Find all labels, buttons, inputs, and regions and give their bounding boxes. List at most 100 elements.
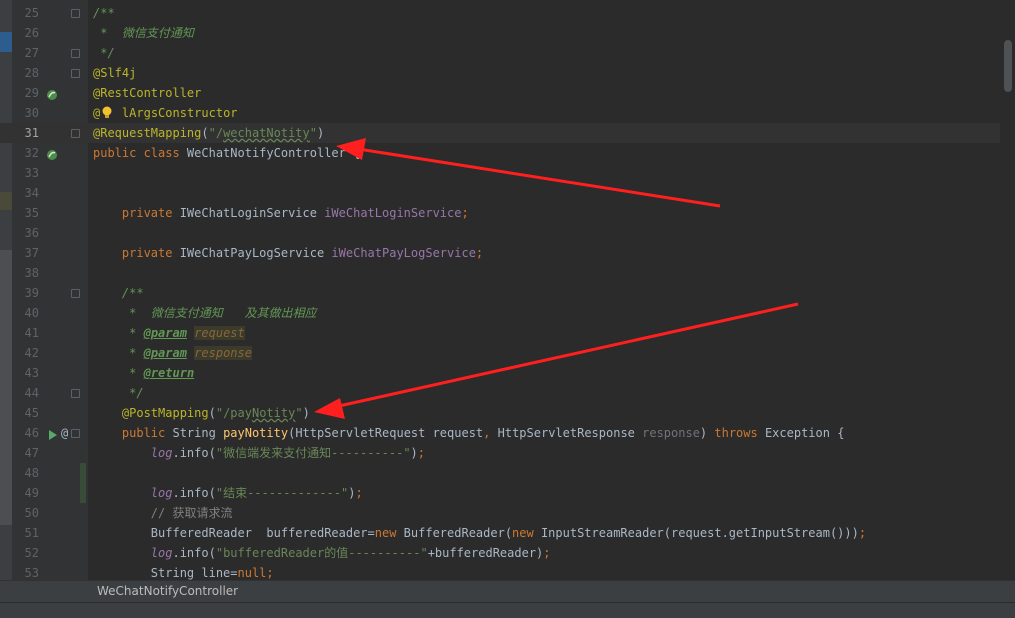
- code-text[interactable]: @Slf4j: [93, 63, 136, 83]
- code-line[interactable]: 46 @ public String payNotity(HttpServletR…: [0, 423, 1000, 443]
- fold-toggle-icon[interactable]: [71, 289, 80, 298]
- code-line[interactable]: 53 String line=null;: [0, 563, 1000, 580]
- code-text[interactable]: String line=null;: [93, 563, 274, 580]
- code-text[interactable]: /**: [93, 3, 115, 23]
- status-bar: [0, 602, 1015, 618]
- line-number: 34: [24, 186, 39, 200]
- fold-toggle-icon[interactable]: [71, 9, 80, 18]
- code-line[interactable]: 40 * 微信支付通知 及其做出相应: [0, 303, 1000, 323]
- code-text[interactable]: private IWeChatPayLogService iWeChatPayL…: [93, 243, 483, 263]
- code-text[interactable]: * @param response: [93, 343, 252, 363]
- code-line[interactable]: 51 BufferedReader bufferedReader=new Buf…: [0, 523, 1000, 543]
- code-line[interactable]: 39 /**: [0, 283, 1000, 303]
- code-line[interactable]: 25 /**: [0, 3, 1000, 23]
- line-number: 52: [24, 546, 39, 560]
- code-token: +bufferedReader): [427, 546, 544, 560]
- code-line[interactable]: 36: [0, 223, 1000, 243]
- code-text[interactable]: @ lArgsConstructor: [93, 103, 238, 123]
- code-line[interactable]: 48: [0, 463, 1000, 483]
- line-number: 25: [24, 6, 39, 20]
- line-number: 28: [24, 66, 39, 80]
- code-token: log: [150, 486, 173, 500]
- code-token: "微信端发来支付通知----------": [215, 446, 411, 460]
- code-token: @RestController: [93, 86, 202, 100]
- code-line[interactable]: 41 * @param request: [0, 323, 1000, 343]
- breadcrumb-class[interactable]: WeChatNotifyController: [97, 584, 238, 598]
- vcs-change-marker[interactable]: [80, 483, 86, 503]
- code-token: ;: [355, 486, 363, 500]
- editor-scrollbar-thumb[interactable]: [1004, 40, 1012, 92]
- code-token: "/pay: [215, 406, 252, 420]
- code-line[interactable]: 50 // 获取请求流: [0, 503, 1000, 523]
- code-line[interactable]: 32 public class WeChatNotifyController {: [0, 143, 1000, 163]
- code-line[interactable]: 28 @Slf4j: [0, 63, 1000, 83]
- code-token: ): [302, 406, 310, 420]
- code-text[interactable]: * 微信支付通知: [93, 23, 194, 43]
- code-token: String line=: [93, 566, 238, 580]
- fold-toggle-icon[interactable]: [71, 389, 80, 398]
- line-number: 49: [24, 486, 39, 500]
- vcs-change-marker[interactable]: [80, 463, 86, 483]
- fold-toggle-icon[interactable]: [71, 49, 80, 58]
- fold-toggle-icon[interactable]: [71, 69, 80, 78]
- code-text[interactable]: log.info("bufferedReader的值----------"+bu…: [93, 543, 551, 563]
- line-number: 44: [24, 386, 39, 400]
- code-token: (HttpServletRequest request: [288, 426, 484, 440]
- code-line[interactable]: 52 log.info("bufferedReader的值----------"…: [0, 543, 1000, 563]
- code-text[interactable]: private IWeChatLoginService iWeChatLogin…: [93, 203, 469, 223]
- code-text[interactable]: @RestController: [93, 83, 201, 103]
- code-lines: 25/** 26 * 微信支付通知 27 */28 @Slf4j 29 @RestCont…: [0, 0, 1000, 580]
- code-text[interactable]: * 微信支付通知 及其做出相应: [93, 303, 316, 323]
- code-line[interactable]: 34: [0, 183, 1000, 203]
- code-token: String: [172, 426, 224, 440]
- line-number: 40: [24, 306, 39, 320]
- code-line[interactable]: 47 log.info("微信端发来支付通知----------");: [0, 443, 1000, 463]
- code-line[interactable]: 35 private IWeChatLoginService iWeChatLo…: [0, 203, 1000, 223]
- code-line[interactable]: 38: [0, 263, 1000, 283]
- fold-toggle-icon[interactable]: [71, 129, 80, 138]
- line-number: 27: [24, 46, 39, 60]
- code-text[interactable]: log.info("微信端发来支付通知----------");: [93, 443, 425, 463]
- code-line[interactable]: 29 @RestController: [0, 83, 1000, 103]
- code-token: null;: [237, 566, 274, 580]
- code-line[interactable]: 26 * 微信支付通知: [0, 23, 1000, 43]
- code-text[interactable]: log.info("结束-------------");: [93, 483, 363, 503]
- line-number: 37: [24, 246, 39, 260]
- code-line[interactable]: 33: [0, 163, 1000, 183]
- code-line[interactable]: 37 private IWeChatPayLogService iWeChatP…: [0, 243, 1000, 263]
- code-line[interactable]: 30 @ lArgsConstructor: [0, 103, 1000, 123]
- code-line[interactable]: 44 */: [0, 383, 1000, 403]
- code-token: .info(: [172, 446, 216, 460]
- code-token: public: [121, 426, 173, 440]
- code-line[interactable]: 49 log.info("结束-------------");: [0, 483, 1000, 503]
- code-token: log: [150, 446, 173, 460]
- code-token: BufferedReader(: [403, 526, 513, 540]
- code-line[interactable]: 43 * @return: [0, 363, 1000, 383]
- code-line[interactable]: 31 @RequestMapping("/wechatNotity"): [0, 123, 1000, 143]
- code-text[interactable]: public String payNotity(HttpServletReque…: [93, 423, 845, 443]
- code-token: InputStreamReader(request.getInputStream…: [540, 526, 859, 540]
- code-token: WeChatNotifyController {: [186, 146, 361, 160]
- code-text[interactable]: * @param request: [93, 323, 245, 343]
- code-text[interactable]: public class WeChatNotifyController {: [93, 143, 360, 163]
- code-text[interactable]: */: [93, 383, 143, 403]
- request-mapping-icon[interactable]: @: [61, 423, 68, 443]
- code-line[interactable]: 45 @PostMapping("/payNotity"): [0, 403, 1000, 423]
- code-text[interactable]: @PostMapping("/payNotity"): [93, 403, 310, 423]
- code-text[interactable]: /**: [93, 283, 144, 303]
- code-text[interactable]: // 获取请求流: [93, 503, 233, 523]
- line-number: 47: [24, 446, 39, 460]
- code-text[interactable]: BufferedReader bufferedReader=new Buffer…: [93, 523, 866, 543]
- fold-toggle-icon[interactable]: [71, 429, 80, 438]
- code-text[interactable]: * @return: [93, 363, 194, 383]
- code-line[interactable]: 27 */: [0, 43, 1000, 63]
- code-line[interactable]: 42 * @param response: [0, 343, 1000, 363]
- code-token: log: [150, 546, 173, 560]
- code-token: BufferedReader bufferedReader=: [93, 526, 375, 540]
- code-token: *: [121, 346, 144, 360]
- code-text[interactable]: */: [93, 43, 114, 63]
- code-text[interactable]: @RequestMapping("/wechatNotity"): [93, 123, 324, 143]
